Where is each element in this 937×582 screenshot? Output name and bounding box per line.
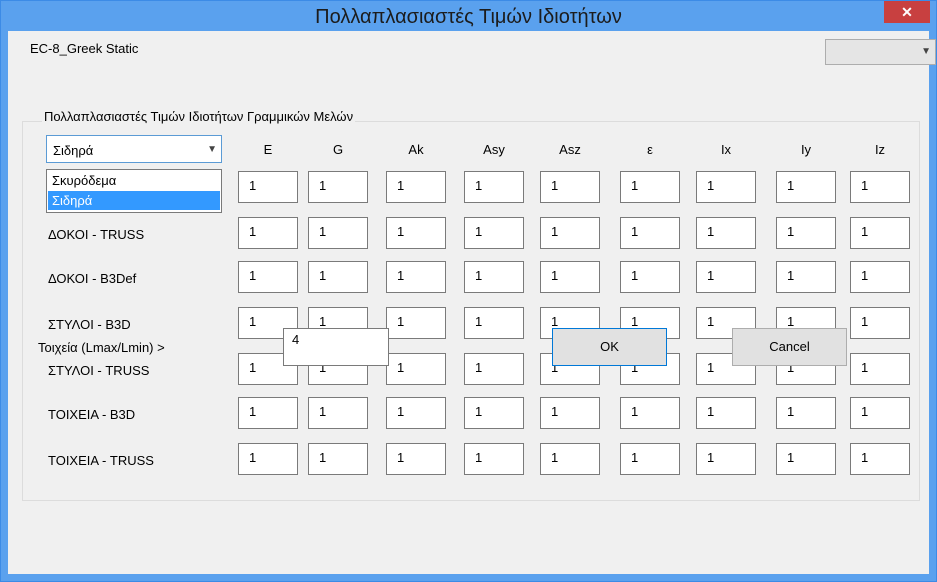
multiplier-input[interactable]: 1 bbox=[308, 217, 368, 249]
column-header: Iy bbox=[800, 142, 812, 157]
multiplier-input[interactable]: 1 bbox=[696, 397, 756, 429]
multiplier-input[interactable]: 1 bbox=[696, 261, 756, 293]
column-header: ε bbox=[647, 142, 653, 157]
multiplier-input[interactable]: 1 bbox=[386, 171, 446, 203]
row-label: ΤΟΙΧΕΙΑ - TRUSS bbox=[48, 453, 154, 468]
multiplier-input[interactable]: 1 bbox=[308, 397, 368, 429]
multiplier-input[interactable]: 1 bbox=[464, 261, 524, 293]
column-header: Ix bbox=[720, 142, 732, 157]
multiplier-input[interactable]: 1 bbox=[386, 217, 446, 249]
column-header: Asy bbox=[483, 142, 505, 157]
multiplier-input[interactable]: 1 bbox=[850, 217, 910, 249]
multiplier-input[interactable]: 1 bbox=[850, 443, 910, 475]
group-title: Πολλαπλασιαστές Τιμών Ιδιοτήτων Γραμμικώ… bbox=[42, 109, 356, 124]
multiplier-input[interactable]: 1 bbox=[238, 217, 298, 249]
column-header: Ak bbox=[408, 142, 424, 157]
column-header: G bbox=[332, 142, 344, 157]
multiplier-input[interactable]: 1 bbox=[776, 397, 836, 429]
multiplier-input[interactable]: 1 bbox=[540, 397, 600, 429]
multiplier-input[interactable]: 1 bbox=[540, 171, 600, 203]
row-label: ΣΤΥΛΟΙ - TRUSS bbox=[48, 363, 150, 378]
multiplier-input[interactable]: 1 bbox=[464, 353, 524, 385]
row-label: ΔΟΚΟΙ - TRUSS bbox=[48, 227, 145, 242]
multiplier-input[interactable]: 1 bbox=[620, 217, 680, 249]
project-selector[interactable]: ▼ bbox=[825, 39, 936, 65]
multiplier-input[interactable]: 1 bbox=[776, 171, 836, 203]
ok-button[interactable]: OK bbox=[552, 328, 667, 366]
multiplier-input[interactable]: 1 bbox=[776, 217, 836, 249]
multiplier-input[interactable]: 1 bbox=[540, 443, 600, 475]
multiplier-input[interactable]: 1 bbox=[386, 353, 446, 385]
column-header: Iz bbox=[874, 142, 886, 157]
multiplier-input[interactable]: 1 bbox=[238, 261, 298, 293]
multiplier-input[interactable]: 1 bbox=[696, 217, 756, 249]
multiplier-input[interactable]: 1 bbox=[850, 261, 910, 293]
chevron-down-icon: ▼ bbox=[207, 144, 217, 155]
title-bar[interactable]: Πολλαπλασιαστές Τιμών Ιδιοτήτων ✕ bbox=[1, 1, 936, 31]
multiplier-input[interactable]: 1 bbox=[850, 171, 910, 203]
multiplier-input[interactable]: 1 bbox=[386, 261, 446, 293]
material-option[interactable]: Σιδηρά bbox=[48, 191, 220, 210]
multiplier-input[interactable]: 1 bbox=[308, 171, 368, 203]
multiplier-input[interactable]: 1 bbox=[238, 397, 298, 429]
chevron-down-icon: ▼ bbox=[921, 46, 931, 57]
multiplier-input[interactable]: 1 bbox=[620, 171, 680, 203]
multiplier-input[interactable]: 1 bbox=[620, 397, 680, 429]
multiplier-input[interactable]: 1 bbox=[620, 261, 680, 293]
material-select[interactable]: Σιδηρά ▼ bbox=[46, 135, 222, 163]
multiplier-input[interactable]: 1 bbox=[386, 397, 446, 429]
multiplier-input[interactable]: 1 bbox=[308, 261, 368, 293]
multiplier-input[interactable]: 1 bbox=[696, 171, 756, 203]
multiplier-input[interactable]: 1 bbox=[540, 217, 600, 249]
multiplier-input[interactable]: 1 bbox=[620, 443, 680, 475]
project-name: EC-8_Greek Static bbox=[30, 41, 139, 56]
multiplier-input[interactable]: 1 bbox=[308, 443, 368, 475]
multiplier-input[interactable]: 1 bbox=[464, 443, 524, 475]
material-selected-value: Σιδηρά bbox=[53, 143, 94, 158]
multiplier-input[interactable]: 1 bbox=[850, 307, 910, 339]
multiplier-input[interactable]: 1 bbox=[464, 171, 524, 203]
column-header: Asz bbox=[559, 142, 581, 157]
multiplier-input[interactable]: 1 bbox=[696, 443, 756, 475]
multiplier-input[interactable]: 1 bbox=[464, 307, 524, 339]
multiplier-input[interactable]: 1 bbox=[386, 307, 446, 339]
dialog-body: EC-8_Greek Static ▼ Πολλαπλασιαστές Τιμώ… bbox=[8, 31, 936, 574]
multiplier-input[interactable]: 1 bbox=[238, 443, 298, 475]
multiplier-input[interactable]: 1 bbox=[776, 443, 836, 475]
multiplier-input[interactable]: 1 bbox=[238, 171, 298, 203]
row-label: ΤΟΙΧΕΙΑ - B3D bbox=[48, 407, 136, 422]
walls-ratio-label: Τοιχεία (Lmax/Lmin) > bbox=[38, 340, 165, 355]
row-label: ΔΟΚΟΙ - B3Def bbox=[48, 271, 137, 286]
window-title: Πολλαπλασιαστές Τιμών Ιδιοτήτων bbox=[315, 6, 622, 28]
multiplier-input[interactable]: 1 bbox=[850, 397, 910, 429]
cancel-button[interactable]: Cancel bbox=[732, 328, 847, 366]
close-button[interactable]: ✕ bbox=[884, 1, 930, 23]
dialog-window: Πολλαπλασιαστές Τιμών Ιδιοτήτων ✕ EC-8_G… bbox=[0, 0, 937, 582]
multiplier-input[interactable]: 1 bbox=[386, 443, 446, 475]
multiplier-input[interactable]: 1 bbox=[464, 217, 524, 249]
material-option[interactable]: Σκυρόδεμα bbox=[48, 171, 220, 190]
multiplier-input[interactable]: 1 bbox=[776, 261, 836, 293]
column-header: E bbox=[263, 142, 273, 157]
walls-ratio-input[interactable]: 4 bbox=[283, 328, 389, 366]
multiplier-input[interactable]: 1 bbox=[850, 353, 910, 385]
material-dropdown-list: Σκυρόδεμα Σιδηρά bbox=[46, 169, 222, 213]
multiplier-input[interactable]: 1 bbox=[540, 261, 600, 293]
multiplier-input[interactable]: 1 bbox=[464, 397, 524, 429]
row-label: ΣΤΥΛΟΙ - B3D bbox=[48, 317, 131, 332]
